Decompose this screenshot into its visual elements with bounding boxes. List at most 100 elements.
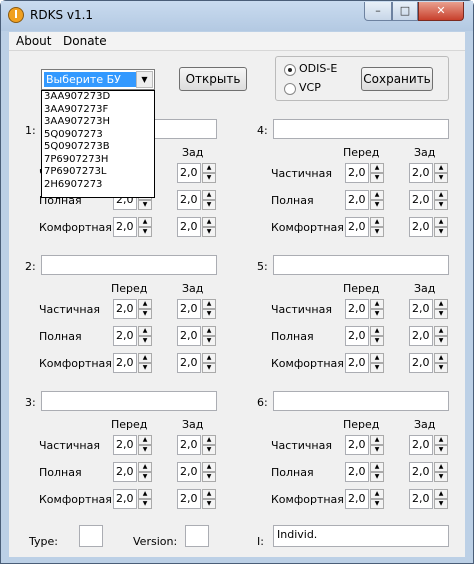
spinner-value[interactable]: 2,0: [113, 353, 137, 373]
spin-up-icon[interactable]: ▲: [138, 489, 152, 499]
type-field[interactable]: [79, 525, 103, 547]
rear-full-spinner[interactable]: 2,0 ▲ ▼: [177, 326, 217, 346]
spin-down-icon[interactable]: ▼: [138, 227, 152, 237]
spin-up-icon[interactable]: ▲: [434, 163, 448, 173]
spin-down-icon[interactable]: ▼: [434, 445, 448, 455]
spin-down-icon[interactable]: ▼: [202, 200, 216, 210]
rear-partial-spinner[interactable]: 2,0 ▲ ▼: [177, 163, 217, 183]
spinner-value[interactable]: 2,0: [113, 462, 137, 482]
rear-partial-spinner[interactable]: 2,0 ▲ ▼: [409, 435, 449, 455]
spin-up-icon[interactable]: ▲: [434, 299, 448, 309]
spinner-value[interactable]: 2,0: [345, 462, 369, 482]
rear-full-spinner[interactable]: 2,0 ▲ ▼: [177, 190, 217, 210]
individ-field[interactable]: Individ.: [273, 525, 449, 547]
dropdown-option[interactable]: 3AA907273D: [42, 91, 154, 104]
rear-full-spinner[interactable]: 2,0 ▲ ▼: [177, 462, 217, 482]
spin-up-icon[interactable]: ▲: [202, 299, 216, 309]
version-field[interactable]: [185, 525, 209, 547]
spin-down-icon[interactable]: ▼: [434, 227, 448, 237]
spinner-value[interactable]: 2,0: [345, 435, 369, 455]
section-name-field[interactable]: [273, 119, 449, 139]
spin-up-icon[interactable]: ▲: [138, 217, 152, 227]
spinner-value[interactable]: 2,0: [345, 163, 369, 183]
spin-up-icon[interactable]: ▲: [202, 489, 216, 499]
spin-up-icon[interactable]: ▲: [202, 326, 216, 336]
section-name-field[interactable]: [273, 255, 449, 275]
spin-up-icon[interactable]: ▲: [370, 489, 384, 499]
front-comfort-spinner[interactable]: 2,0 ▲ ▼: [113, 489, 153, 509]
front-comfort-spinner[interactable]: 2,0 ▲ ▼: [113, 217, 153, 237]
dropdown-option[interactable]: 5Q0907273B: [42, 141, 154, 154]
spin-up-icon[interactable]: ▲: [434, 353, 448, 363]
spinner-value[interactable]: 2,0: [113, 435, 137, 455]
dropdown-option[interactable]: 7P6907273L: [42, 166, 154, 179]
spin-up-icon[interactable]: ▲: [138, 353, 152, 363]
front-partial-spinner[interactable]: 2,0▲▼: [113, 299, 153, 319]
spin-up-icon[interactable]: ▲: [434, 462, 448, 472]
section-name-field[interactable]: [41, 255, 217, 275]
spinner-value[interactable]: 2,0: [177, 353, 201, 373]
front-comfort-spinner[interactable]: 2,0 ▲ ▼: [345, 217, 385, 237]
title-bar[interactable]: RDKS v1.1 – □ ✕: [1, 1, 473, 31]
spin-down-icon[interactable]: ▼: [138, 445, 152, 455]
front-comfort-spinner[interactable]: 2,0 ▲ ▼: [345, 489, 385, 509]
spinner-value[interactable]: 2,0: [345, 489, 369, 509]
rear-comfort-spinner[interactable]: 2,0 ▲ ▼: [409, 217, 449, 237]
spin-up-icon[interactable]: ▲: [434, 489, 448, 499]
rear-comfort-spinner[interactable]: 2,0 ▲ ▼: [409, 353, 449, 373]
spin-up-icon[interactable]: ▲: [370, 462, 384, 472]
minimize-button[interactable]: –: [364, 2, 392, 21]
rear-comfort-spinner[interactable]: 2,0 ▲ ▼: [177, 353, 217, 373]
spin-down-icon[interactable]: ▼: [138, 472, 152, 482]
spin-down-icon[interactable]: ▼: [138, 200, 152, 210]
spin-up-icon[interactable]: ▲: [138, 462, 152, 472]
rear-comfort-spinner[interactable]: 2,0 ▲ ▼: [177, 217, 217, 237]
spinner-value[interactable]: 2,0: [177, 299, 201, 319]
save-button[interactable]: Сохранить: [361, 67, 433, 91]
radio-odis-e[interactable]: [284, 64, 296, 76]
rear-full-spinner[interactable]: 2,0 ▲ ▼: [409, 462, 449, 482]
spin-up-icon[interactable]: ▲: [434, 435, 448, 445]
rear-full-spinner[interactable]: 2,0 ▲ ▼: [409, 326, 449, 346]
spinner-value[interactable]: 2,0: [345, 299, 369, 319]
spinner-value[interactable]: 2,0: [409, 217, 433, 237]
spinner-value[interactable]: 2,0: [177, 217, 201, 237]
spinner-value[interactable]: 2,0: [113, 217, 137, 237]
section-name-field[interactable]: [273, 391, 449, 411]
spinner-value[interactable]: 2,0: [177, 435, 201, 455]
menu-donate[interactable]: Donate: [63, 34, 107, 48]
spin-down-icon[interactable]: ▼: [434, 309, 448, 319]
spinner-value[interactable]: 2,0: [113, 326, 137, 346]
spinner-value[interactable]: 2,0: [177, 489, 201, 509]
spin-down-icon[interactable]: ▼: [138, 363, 152, 373]
front-partial-spinner[interactable]: 2,0▲▼: [345, 299, 385, 319]
front-full-spinner[interactable]: 2,0▲▼: [113, 462, 153, 482]
dropdown-option[interactable]: 3AA907273F: [42, 104, 154, 117]
spin-up-icon[interactable]: ▲: [370, 190, 384, 200]
front-comfort-spinner[interactable]: 2,0 ▲ ▼: [113, 353, 153, 373]
front-full-spinner[interactable]: 2,0▲▼: [345, 462, 385, 482]
spinner-value[interactable]: 2,0: [345, 353, 369, 373]
spin-down-icon[interactable]: ▼: [370, 173, 384, 183]
spin-up-icon[interactable]: ▲: [202, 462, 216, 472]
spin-down-icon[interactable]: ▼: [434, 336, 448, 346]
spin-up-icon[interactable]: ▲: [138, 326, 152, 336]
spin-down-icon[interactable]: ▼: [370, 499, 384, 509]
spin-down-icon[interactable]: ▼: [370, 309, 384, 319]
spin-down-icon[interactable]: ▼: [202, 227, 216, 237]
spin-up-icon[interactable]: ▲: [202, 217, 216, 227]
chevron-down-icon[interactable]: ▼: [136, 71, 153, 88]
dropdown-option[interactable]: 3AA907273H: [42, 116, 154, 129]
spin-up-icon[interactable]: ▲: [202, 163, 216, 173]
spinner-value[interactable]: 2,0: [409, 190, 433, 210]
spin-up-icon[interactable]: ▲: [434, 190, 448, 200]
spin-down-icon[interactable]: ▼: [138, 336, 152, 346]
spin-up-icon[interactable]: ▲: [138, 299, 152, 309]
section-name-field[interactable]: [41, 391, 217, 411]
front-partial-spinner[interactable]: 2,0▲▼: [113, 435, 153, 455]
spin-down-icon[interactable]: ▼: [370, 445, 384, 455]
spin-down-icon[interactable]: ▼: [202, 336, 216, 346]
spin-up-icon[interactable]: ▲: [370, 299, 384, 309]
spinner-value[interactable]: 2,0: [409, 326, 433, 346]
rear-partial-spinner[interactable]: 2,0 ▲ ▼: [177, 435, 217, 455]
